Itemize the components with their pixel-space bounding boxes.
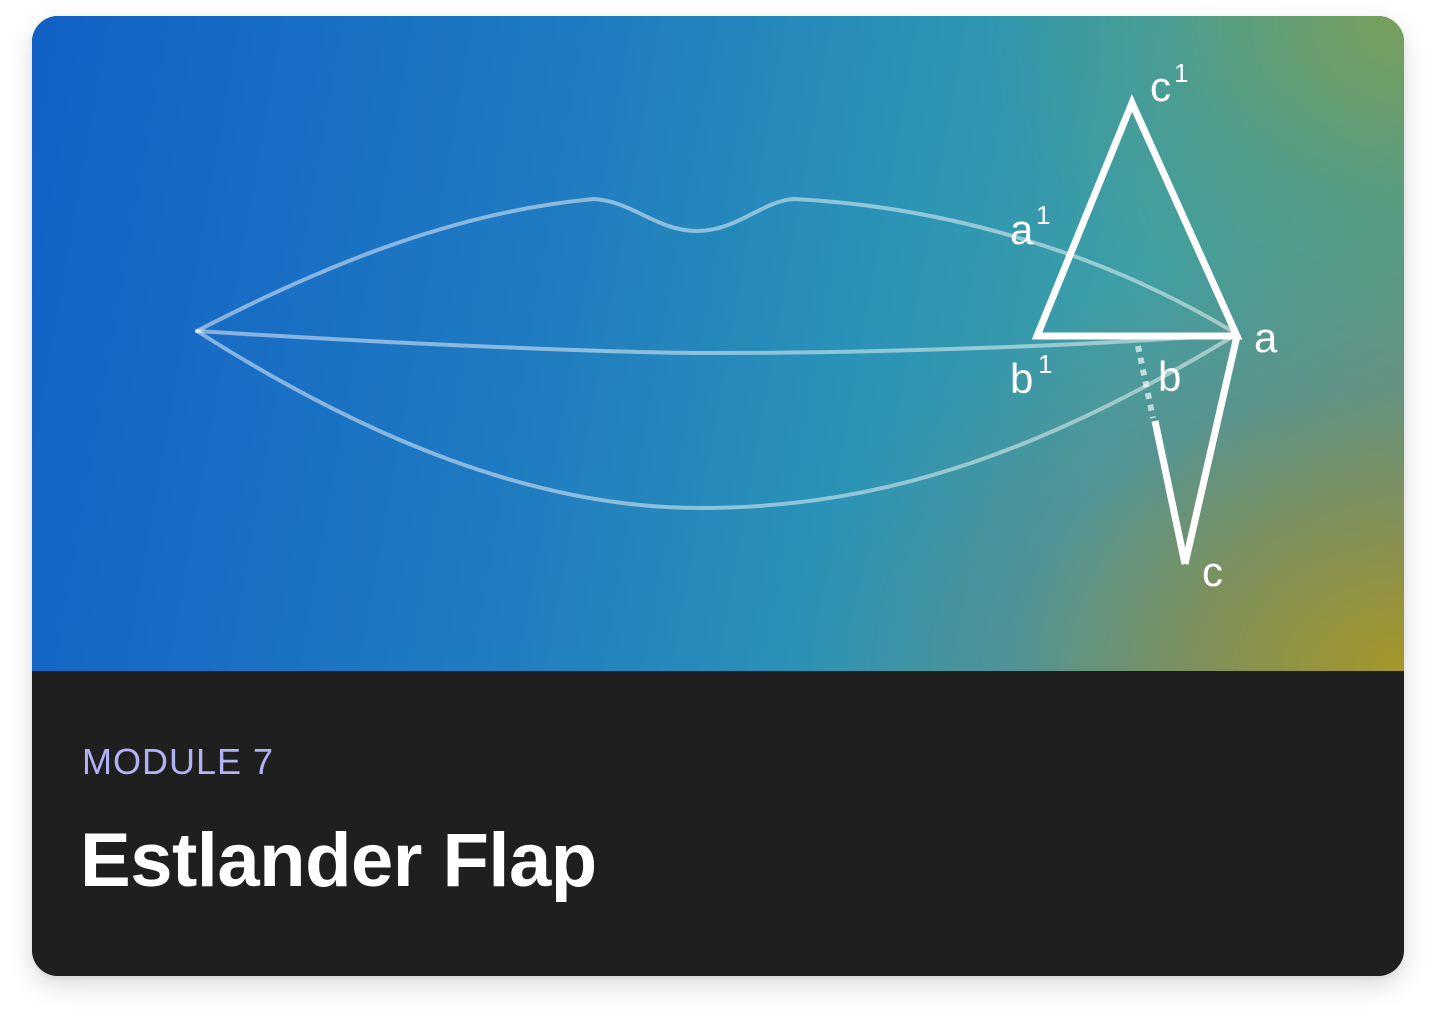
diagram-labels: c 1 a 1 a b 1 b c [1010, 58, 1278, 595]
module-title: Estlander Flap [80, 818, 597, 903]
module-hero-illustration: c 1 a 1 a b 1 b c [32, 16, 1404, 671]
lower-lip-line [195, 329, 1239, 510]
label-a-prime-sup: 1 [1036, 200, 1050, 230]
label-b-prime: b [1010, 355, 1033, 402]
flap-geometry [1031, 94, 1243, 565]
label-c-prime-sup: 1 [1174, 58, 1188, 88]
module-number-label: MODULE 7 [82, 741, 275, 782]
defect-triangle-side-ac [1181, 335, 1241, 565]
module-card[interactable]: c 1 a 1 a b 1 b c MODULE 7 Estlander Fla… [32, 16, 1404, 976]
label-b: b [1158, 353, 1181, 400]
label-a-prime: a [1010, 206, 1034, 253]
module-card-footer: MODULE 7 Estlander Flap [32, 671, 1404, 976]
label-c: c [1202, 548, 1223, 595]
defect-triangle-side-bc [1151, 420, 1189, 565]
donor-flap-triangle [1031, 94, 1243, 340]
label-a: a [1254, 314, 1278, 361]
label-b-prime-sup: 1 [1038, 349, 1052, 379]
lip-outline [195, 197, 1239, 510]
estlander-flap-diagram: c 1 a 1 a b 1 b c [195, 58, 1278, 595]
label-c-prime: c [1150, 63, 1171, 110]
